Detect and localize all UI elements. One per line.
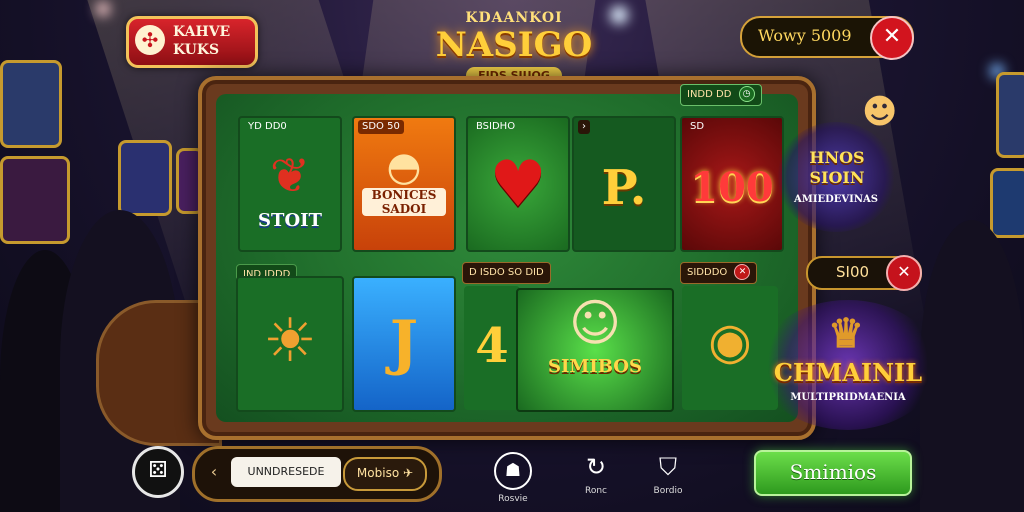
background-slot-machine — [0, 60, 62, 148]
win-amount-pill[interactable]: Wowy 5009 ✕ — [740, 16, 914, 60]
background-slot-machine — [0, 156, 70, 244]
top-left-badge[interactable]: ✣ KAHVE KUKS — [126, 16, 258, 68]
tile-caption: BONICES SADOI — [362, 188, 446, 216]
tile-100[interactable]: SD 100 — [680, 116, 784, 252]
clock-icon: ◷ — [738, 86, 755, 102]
chevron-left-icon[interactable]: ‹ — [203, 461, 225, 483]
plane-icon: ✈ — [403, 466, 414, 480]
row2-chip-mid: D ISDO SO DID — [462, 262, 551, 284]
mascot-icon: ☺ — [568, 294, 622, 352]
tile-caption: 100 — [690, 164, 774, 211]
tile-number-4[interactable]: 4 — [464, 286, 520, 410]
tile-caption: STOIT — [258, 210, 322, 231]
logo-top-text: KDAANKOI — [465, 10, 563, 26]
tile-heart[interactable]: BSIDHO ♥ — [466, 116, 570, 252]
play-button[interactable]: Smimios — [754, 450, 912, 496]
side-amount-label: SI00 — [836, 263, 870, 281]
heart-icon: ♥ — [489, 148, 547, 222]
tile-mascot[interactable]: ☺ SIMIBOS — [516, 288, 674, 412]
slider-value: Mobiso — [356, 466, 400, 480]
promo-badge-bottom[interactable]: ♛ CHMAINIL MULTIPRIDMAENIA — [758, 300, 938, 430]
refresh-icon: ↻ — [585, 453, 607, 481]
close-icon[interactable]: ✕ — [886, 255, 922, 291]
tile-lion[interactable]: ☀ — [236, 276, 344, 412]
background-slot-machine — [990, 168, 1024, 238]
pharaoh-icon: ♛ — [828, 310, 864, 357]
background-slot-machine — [996, 72, 1024, 158]
tile-leaf[interactable]: YD DD0 ❦ STOIT — [238, 116, 342, 252]
stage-light — [610, 6, 628, 24]
dice-button[interactable]: ⚄ — [132, 446, 184, 498]
mascot-icon: ☻ — [862, 92, 898, 132]
tile-header: SDO 50 — [358, 120, 404, 134]
promo-bottom-subtitle: MULTIPRIDMAENIA — [790, 392, 906, 403]
clover-icon: ✣ — [135, 25, 165, 55]
corner-chip-label: INDD DD — [687, 89, 732, 100]
shield-button[interactable]: ⛉ Bordio — [646, 452, 690, 496]
slider-field[interactable]: UNNDRESEDE — [231, 457, 341, 487]
robot-label: Rosvie — [498, 494, 528, 504]
right-chip-label: SIDDDO — [687, 267, 728, 278]
lion-icon: ☀ — [263, 306, 317, 376]
tile-caption: P. — [601, 160, 647, 216]
promo-top-subtitle: AMIEDEVINAS — [794, 194, 878, 205]
tile-header: BSIDHO — [476, 121, 516, 132]
tile-bonus-bowl[interactable]: SDO 50 ◓ BONICES SADOI — [352, 116, 456, 252]
tile-caption: 4 — [475, 318, 509, 374]
badge-line1: KAHVE — [173, 24, 231, 40]
close-icon[interactable]: ✕ — [870, 16, 914, 60]
badge-text: KAHVE KUKS — [173, 23, 230, 59]
leaf-icon: ❦ — [269, 148, 311, 204]
row2-chip-right[interactable]: SIDDDO ✕ — [680, 262, 758, 284]
close-icon: ✕ — [734, 264, 751, 280]
bet-slider[interactable]: ‹ UNNDRESEDE Mobiso ✈ — [192, 446, 442, 502]
refresh-label: Ronc — [584, 486, 607, 496]
background-slot-machine — [118, 140, 172, 216]
tile-golden-j[interactable]: J — [352, 276, 456, 412]
badge-line2: KUKS — [173, 42, 220, 58]
refresh-button[interactable]: ↻ Ronc — [574, 452, 618, 496]
tile-letter-p[interactable]: › P. — [572, 116, 676, 252]
robot-icon: ☗ — [494, 452, 532, 490]
shield-icon: ⛉ — [659, 453, 677, 481]
promo-bottom-title: CHMAINIL — [773, 358, 923, 387]
shield-label: Bordio — [653, 486, 683, 496]
tile-header: SD — [690, 121, 705, 132]
tile-header-marker: › — [578, 120, 590, 134]
win-amount-label: Wowy 5009 — [758, 26, 852, 45]
promo-top-title: HNOS SIOIN — [809, 148, 865, 187]
logo-main-text: NASIGO — [435, 25, 593, 65]
golden-j-icon: J — [389, 308, 419, 378]
food-bowl-icon: ◓ — [386, 144, 422, 190]
robot-button[interactable]: ☗ Rosvie — [488, 452, 538, 504]
side-amount-pill[interactable]: SI00 ✕ — [806, 255, 922, 291]
tile-caption: SIMIBOS — [548, 356, 642, 377]
tile-header: YD DD0 — [248, 121, 287, 132]
board-corner-chip[interactable]: INDD DD ◷ — [680, 84, 762, 106]
promo-badge-top[interactable]: HNOS SIOIN AMIEDEVINAS — [776, 122, 896, 232]
stage-light — [96, 2, 110, 16]
dice-icon: ⚄ — [148, 458, 168, 483]
slider-value-box[interactable]: Mobiso ✈ — [343, 457, 427, 491]
